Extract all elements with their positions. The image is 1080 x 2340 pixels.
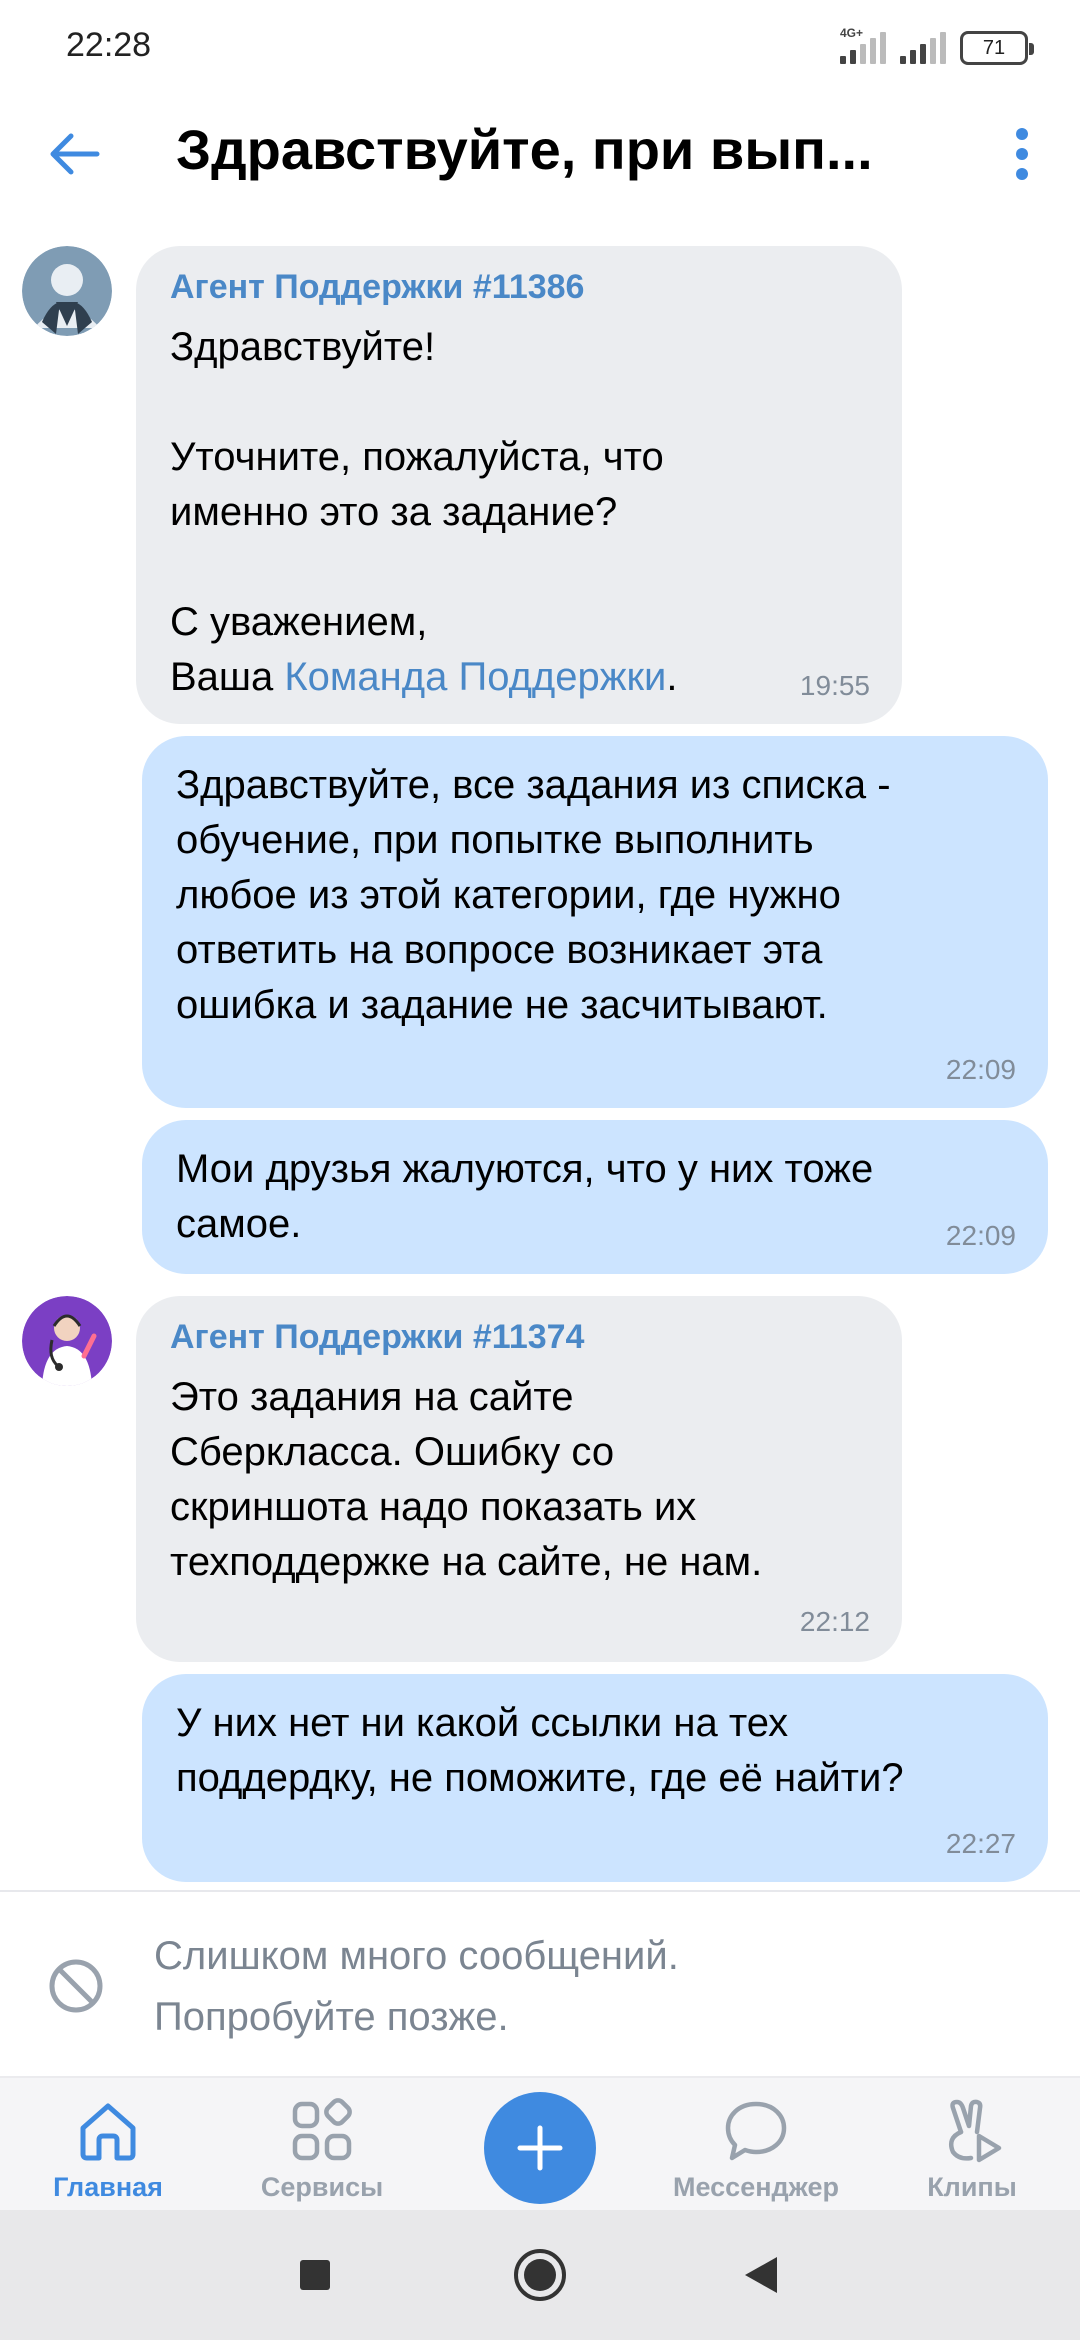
message-bubble-outgoing[interactable]: У них нет ни какой ссылки на тех поддерд… (142, 1674, 1048, 1882)
message-time: 19:55 (799, 670, 870, 701)
clips-icon (949, 2099, 1002, 2163)
message-bubble-incoming[interactable]: Агент Поддержки #11386 Здравствуйте! Уто… (136, 246, 902, 724)
composer-blocked: Слишком много сообщений. Попробуйте позж… (0, 1892, 1080, 2076)
nav-label: Клипы (927, 2172, 1017, 2202)
nav-label: Сервисы (260, 2172, 384, 2202)
blocked-message: Слишком много сообщений. Попробуйте позж… (154, 1934, 679, 2039)
services-icon (292, 2098, 352, 2161)
arrow-left-icon (50, 133, 100, 175)
message-time: 22:09 (945, 1054, 1016, 1085)
message-time: 22:27 (945, 1828, 1016, 1859)
message-bubble-outgoing[interactable]: Здравствуйте, все задания из списка - об… (142, 736, 1048, 1108)
message-text: Здравствуйте! Уточните, пожалуйста, что … (170, 325, 678, 699)
back-system-button[interactable] (736, 2250, 786, 2300)
cellular-signal-icon-2 (900, 32, 946, 64)
message-sender[interactable]: Агент Поддержки #11386 (170, 268, 584, 307)
system-navigation-bar (0, 2210, 1080, 2340)
message-text: Здравствуйте, все задания из списка - об… (176, 763, 891, 1027)
message-text: У них нет ни какой ссылки на тех поддерд… (176, 1701, 904, 1800)
agent-avatar[interactable] (22, 1296, 112, 1386)
home-icon (80, 2103, 136, 2161)
message-bubble-outgoing[interactable]: Мои друзья жалуются, что у них тоже само… (142, 1120, 1048, 1274)
message-time: 22:12 (799, 1606, 870, 1637)
battery-icon: 71 (960, 31, 1034, 65)
chat-title[interactable]: Здравствуйте, при вып... (176, 114, 956, 186)
back-button[interactable] (42, 122, 106, 186)
cellular-signal-icon-1: 4G+ (840, 26, 886, 64)
chat-header: Здравствуйте, при вып... (0, 96, 1080, 208)
create-button[interactable] (484, 2092, 596, 2204)
network-type: 4G+ (840, 26, 864, 40)
triangle-back-icon (745, 2257, 777, 2293)
doctor-avatar-icon (22, 1296, 112, 1386)
recents-button[interactable] (290, 2250, 340, 2300)
nav-label: Мессенджер (673, 2172, 839, 2202)
bottom-navigation: Главная Сервисы Мессенджер Клипы (0, 2076, 1080, 2210)
message-time: 22:09 (945, 1220, 1016, 1251)
blocked-icon (49, 1959, 103, 2013)
home-system-button[interactable] (512, 2247, 568, 2303)
status-icons: 4G+ 71 (840, 26, 1034, 68)
square-icon (300, 2260, 330, 2290)
status-bar: 22:28 4G+ 71 (0, 0, 1080, 96)
more-vertical-icon (1016, 128, 1028, 140)
message-text: Это задания на сайте Сберкласса. Ошибку … (170, 1375, 763, 1584)
user-avatar-icon (22, 246, 112, 336)
messenger-icon (725, 2101, 787, 2161)
message-text: Мои друзья жалуются, что у них тоже само… (176, 1147, 874, 1246)
message-sender[interactable]: Агент Поддержки #11374 (170, 1318, 584, 1357)
status-time: 22:28 (66, 26, 152, 64)
battery-level: 71 (982, 36, 1006, 59)
nav-item-messenger[interactable]: Мессенджер (656, 2078, 856, 2212)
nav-label: Главная (53, 2172, 163, 2202)
nav-item-services[interactable]: Сервисы (222, 2078, 422, 2212)
nav-item-clips[interactable]: Клипы (872, 2078, 1072, 2212)
plus-icon (517, 2125, 563, 2171)
more-options-button[interactable] (1002, 124, 1042, 184)
support-team-link[interactable]: Команда Поддержки (284, 655, 666, 699)
message-bubble-incoming[interactable]: Агент Поддержки #11374 Это задания на са… (136, 1296, 902, 1662)
nav-item-home[interactable]: Главная (8, 2078, 208, 2212)
circle-icon (514, 2249, 566, 2301)
agent-avatar[interactable] (22, 246, 112, 336)
